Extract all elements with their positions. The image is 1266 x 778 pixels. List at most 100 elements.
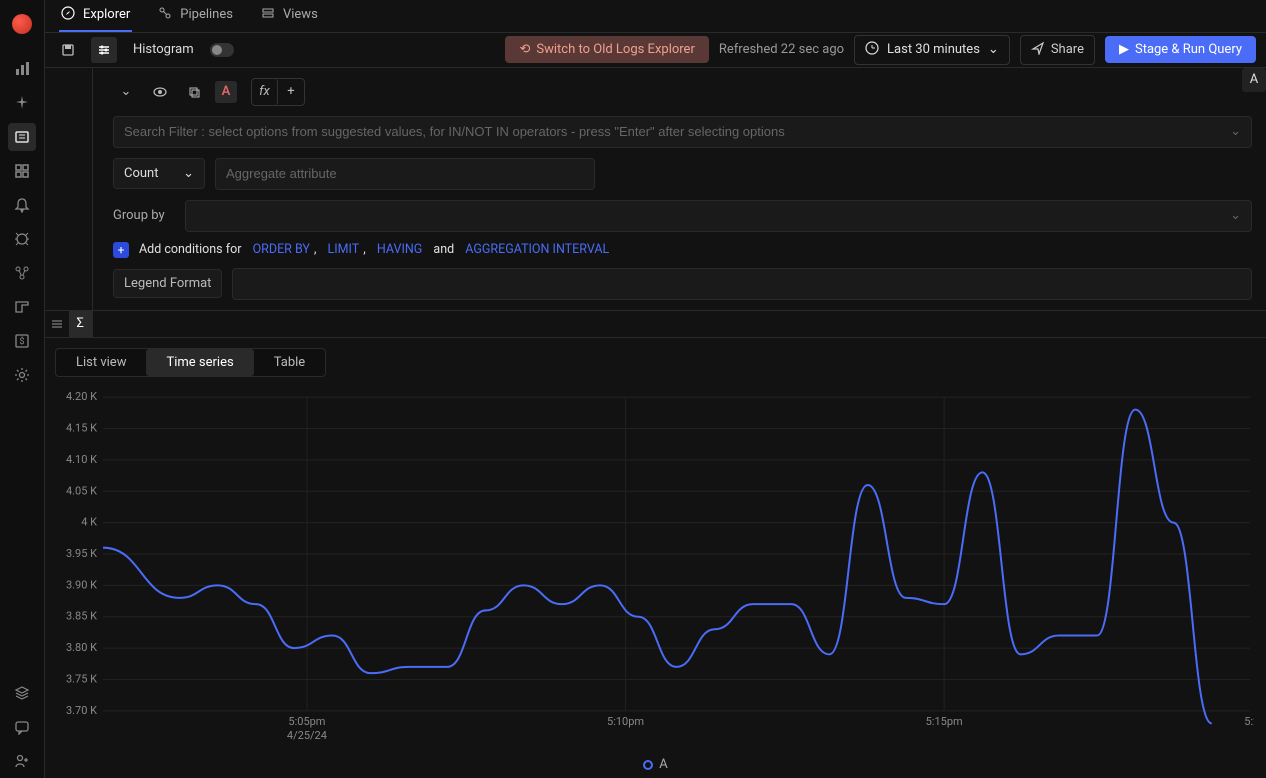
pipeline-icon bbox=[158, 6, 172, 24]
tab-views[interactable]: Views bbox=[259, 0, 320, 32]
legend-dot-icon bbox=[643, 760, 653, 770]
aggregate-field[interactable] bbox=[226, 166, 584, 181]
svg-text:4.15 K: 4.15 K bbox=[66, 421, 97, 434]
share-button[interactable]: Share bbox=[1020, 35, 1095, 65]
compass-icon bbox=[61, 6, 75, 24]
tab-pipelines[interactable]: Pipelines bbox=[156, 0, 235, 32]
sidebar: $ bbox=[0, 0, 45, 778]
add-query-button[interactable]: + bbox=[278, 79, 304, 105]
conditions-row: + Add conditions for ORDER BY, LIMIT, HA… bbox=[113, 242, 1252, 258]
aggregate-attribute-input[interactable] bbox=[215, 158, 595, 190]
refreshed-label: Refreshed 22 sec ago bbox=[719, 42, 844, 57]
chevron-down-icon: ⌄ bbox=[988, 42, 999, 57]
histogram-toggle[interactable] bbox=[210, 43, 234, 57]
chevron-down-icon: ⌄ bbox=[1230, 208, 1241, 223]
svg-text:4.10 K: 4.10 K bbox=[66, 453, 97, 466]
agg-interval-link[interactable]: AGGREGATION INTERVAL bbox=[465, 242, 609, 257]
builder-gutter bbox=[45, 68, 93, 310]
svg-text:3.80 K: 3.80 K bbox=[66, 641, 97, 654]
svg-text:4/25/24: 4/25/24 bbox=[287, 729, 327, 742]
switch-old-label: Switch to Old Logs Explorer bbox=[536, 42, 694, 57]
time-range-label: Last 30 minutes bbox=[887, 42, 980, 57]
svg-text:4.20 K: 4.20 K bbox=[66, 390, 97, 403]
play-icon: ▶ bbox=[1119, 42, 1129, 57]
groupby-input[interactable]: ⌄ bbox=[185, 200, 1252, 232]
aggregate-function-select[interactable]: Count ⌄ bbox=[113, 158, 205, 189]
having-link[interactable]: HAVING bbox=[377, 242, 422, 257]
svg-text:3.85 K: 3.85 K bbox=[66, 609, 97, 622]
nav-invite[interactable] bbox=[8, 747, 36, 775]
raw-logs-mode[interactable] bbox=[45, 311, 69, 337]
chart-legend: A bbox=[45, 755, 1266, 778]
tab-label: Explorer bbox=[83, 7, 130, 22]
tab-label: Views bbox=[283, 7, 318, 22]
svg-text:4.05 K: 4.05 K bbox=[66, 484, 97, 497]
query-builder: A ⌄ A fx + ⌄ Count ⌄ bbox=[93, 68, 1266, 310]
svg-text:5:15pm: 5:15pm bbox=[926, 715, 963, 728]
run-label: Stage & Run Query bbox=[1135, 42, 1242, 57]
series-badge: A bbox=[215, 81, 237, 103]
nav-billing[interactable]: $ bbox=[8, 327, 36, 355]
limit-link[interactable]: LIMIT bbox=[328, 242, 360, 257]
groupby-field[interactable] bbox=[196, 208, 1241, 223]
clock-icon bbox=[865, 41, 879, 59]
nav-alerts[interactable] bbox=[8, 191, 36, 219]
time-series-chart[interactable]: 3.70 K 3.75 K 3.80 K 3.85 K 3.90 K 3.95 K 4 K 4… bbox=[53, 387, 1254, 751]
fx-icon[interactable]: fx bbox=[252, 79, 278, 105]
svg-text:3.70 K: 3.70 K bbox=[66, 704, 97, 717]
nav-stack[interactable] bbox=[8, 679, 36, 707]
order-by-link[interactable]: ORDER BY bbox=[253, 242, 310, 257]
aggregate-mode[interactable]: Σ bbox=[69, 311, 93, 337]
legend-field[interactable] bbox=[243, 276, 1241, 291]
svg-text:4 K: 4 K bbox=[81, 515, 97, 528]
series-badge-right: A bbox=[1242, 68, 1266, 92]
chevron-down-icon: ⌄ bbox=[183, 166, 194, 181]
time-range-picker[interactable]: Last 30 minutes ⌄ bbox=[854, 35, 1010, 65]
svg-text:3.90 K: 3.90 K bbox=[66, 578, 97, 591]
switch-old-explorer-button[interactable]: ⟲ Switch to Old Logs Explorer bbox=[505, 36, 708, 63]
nav-ai[interactable] bbox=[8, 89, 36, 117]
svg-text:5:10pm: 5:10pm bbox=[607, 715, 644, 728]
query-builder-toggle[interactable] bbox=[91, 37, 117, 63]
search-filter-field[interactable] bbox=[124, 124, 1241, 139]
legend-format-input[interactable] bbox=[232, 268, 1252, 300]
svg-text:3.95 K: 3.95 K bbox=[66, 547, 97, 560]
view-time-series[interactable]: Time series bbox=[146, 349, 253, 376]
chart-area: 3.70 K 3.75 K 3.80 K 3.85 K 3.90 K 3.95 K 4 K 4… bbox=[53, 387, 1254, 751]
view-mode-switch: List view Time series Table bbox=[55, 348, 326, 377]
view-list[interactable]: List view bbox=[56, 349, 146, 376]
and-text: and bbox=[433, 242, 454, 257]
nav-services[interactable] bbox=[8, 259, 36, 287]
nav-dashboards[interactable] bbox=[8, 157, 36, 185]
chevron-down-icon[interactable]: ⌄ bbox=[113, 79, 139, 105]
copy-icon[interactable] bbox=[181, 79, 207, 105]
search-filter-input[interactable]: ⌄ bbox=[113, 116, 1252, 148]
share-label: Share bbox=[1051, 42, 1084, 57]
toolbar: Histogram ⟲ Switch to Old Logs Explorer … bbox=[45, 33, 1266, 68]
nav-exceptions[interactable] bbox=[8, 225, 36, 253]
histogram-label: Histogram bbox=[133, 42, 194, 57]
nav-logs[interactable] bbox=[8, 123, 36, 151]
add-condition-button[interactable]: + bbox=[113, 242, 129, 258]
nav-usage[interactable] bbox=[8, 293, 36, 321]
eye-icon[interactable] bbox=[147, 79, 173, 105]
app-logo bbox=[12, 14, 32, 34]
nav-metrics[interactable] bbox=[8, 55, 36, 83]
legend-format-label: Legend Format bbox=[113, 269, 222, 298]
top-tabs: Explorer Pipelines Views bbox=[45, 0, 1266, 33]
svg-text:3.75 K: 3.75 K bbox=[66, 672, 97, 685]
nav-settings[interactable] bbox=[8, 361, 36, 389]
groupby-label: Group by bbox=[113, 208, 175, 223]
undo-icon: ⟲ bbox=[519, 42, 530, 57]
run-query-button[interactable]: ▶ Stage & Run Query bbox=[1105, 36, 1256, 63]
svg-text:$: $ bbox=[19, 336, 24, 347]
share-icon bbox=[1031, 41, 1045, 59]
save-view-button[interactable] bbox=[55, 37, 81, 63]
legend-series-label: A bbox=[659, 757, 667, 772]
view-table[interactable]: Table bbox=[254, 349, 325, 376]
conditions-prefix: Add conditions for bbox=[139, 242, 241, 257]
main-content: Explorer Pipelines Views Histogram ⟲ Swi… bbox=[45, 0, 1266, 778]
svg-text:5:05pm: 5:05pm bbox=[288, 715, 325, 728]
tab-explorer[interactable]: Explorer bbox=[59, 0, 132, 32]
nav-chat[interactable] bbox=[8, 713, 36, 741]
